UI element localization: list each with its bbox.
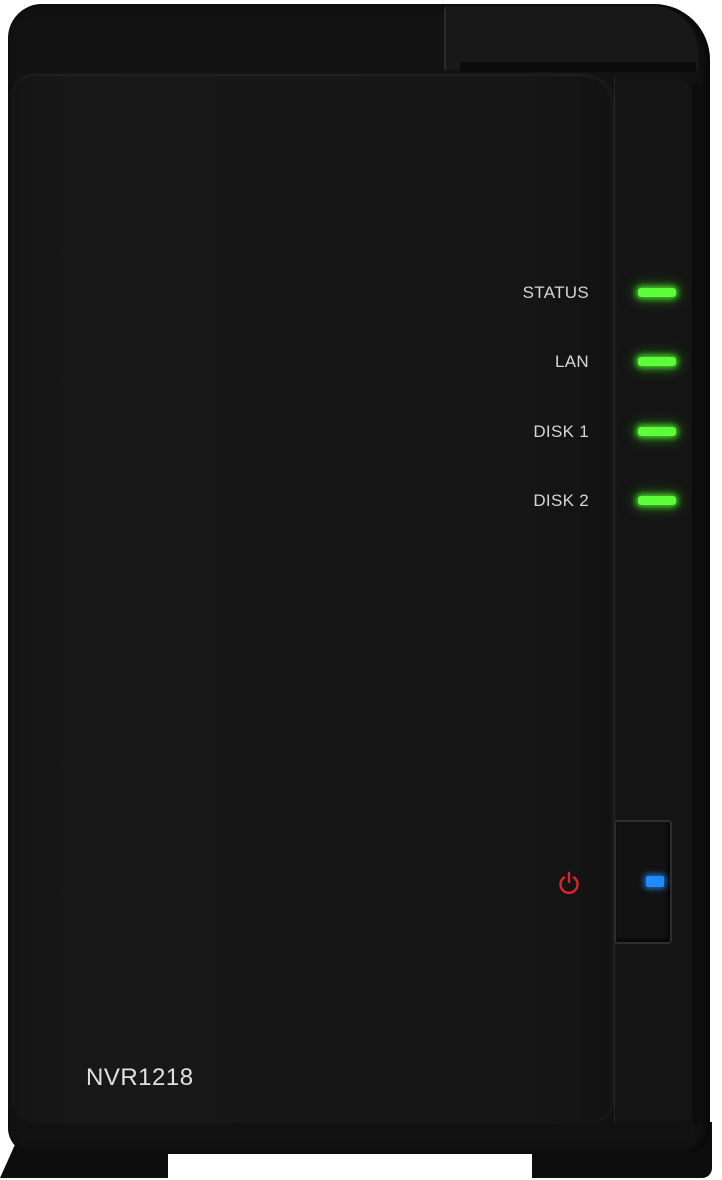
power-icon — [559, 871, 579, 895]
top-cap-shadow — [460, 62, 696, 72]
power-led — [646, 876, 664, 887]
side-strip — [614, 76, 693, 1126]
bottom-lip — [20, 1122, 690, 1136]
disk1-label: DISK 1 — [533, 422, 589, 441]
disk2-label: DISK 2 — [533, 491, 589, 510]
product-photo: STATUS LAN DISK 1 DISK 2 NVR1218 — [0, 0, 722, 1180]
disk2-led — [638, 496, 676, 505]
lan-led — [638, 357, 676, 366]
status-label: STATUS — [522, 283, 589, 302]
front-panel — [12, 74, 612, 1122]
top-cap — [444, 6, 698, 70]
model-label: NVR1218 — [86, 1064, 194, 1091]
status-led — [638, 288, 676, 297]
disk1-led — [638, 427, 676, 436]
side-edge — [692, 84, 706, 1124]
lan-label: LAN — [555, 352, 589, 371]
